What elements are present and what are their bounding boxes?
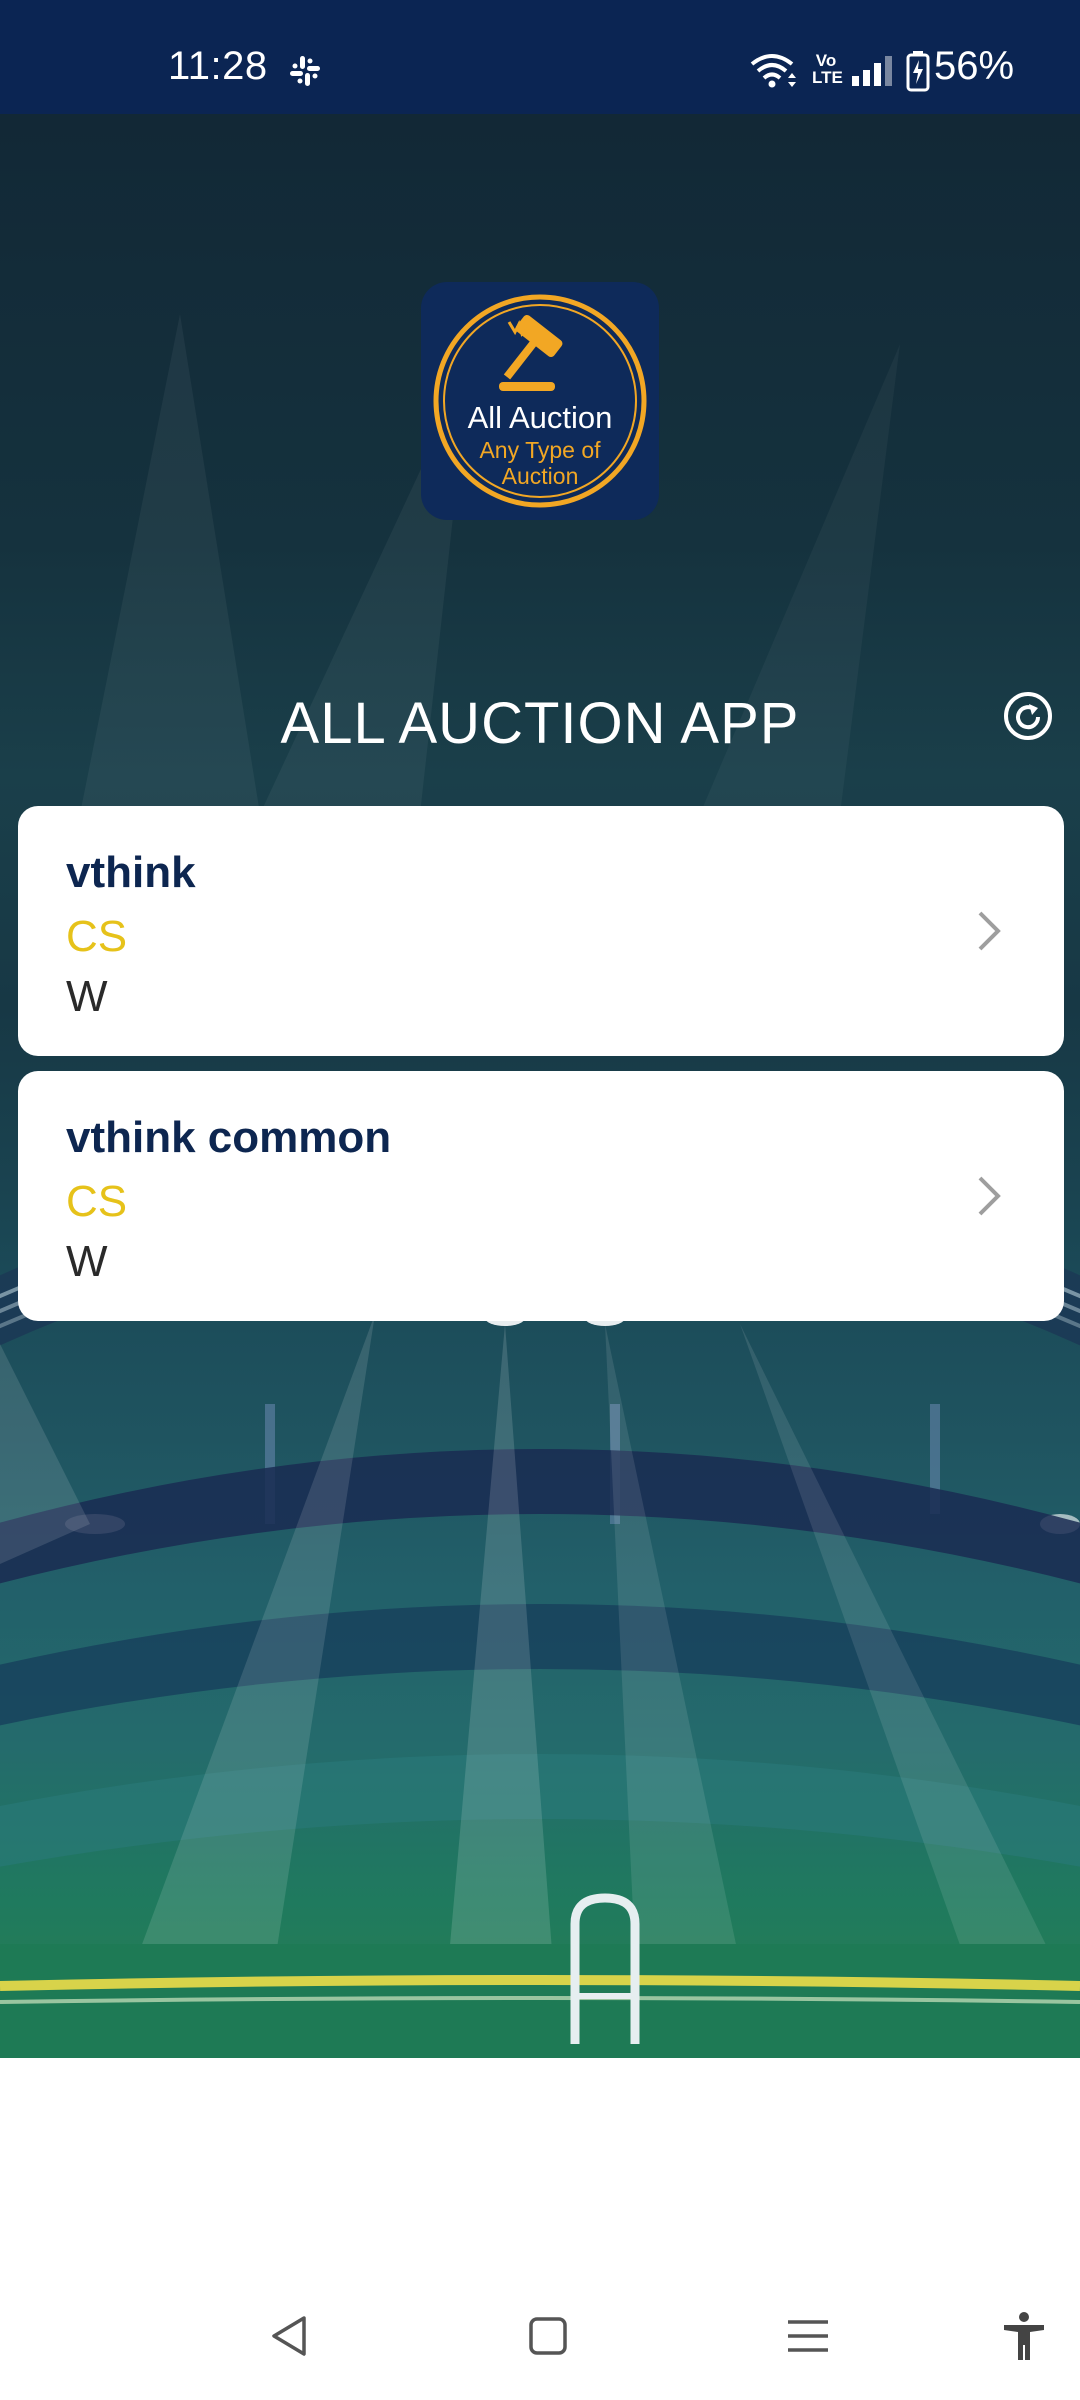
- logo-subtitle-line2: Auction: [502, 463, 579, 489]
- slack-icon: [290, 56, 320, 86]
- auction-code: CS: [66, 912, 128, 961]
- status-time: 11:28: [168, 44, 268, 88]
- accessibility-icon[interactable]: [998, 2310, 1050, 2362]
- navigation-bar: [0, 2260, 1080, 2400]
- recents-icon[interactable]: [782, 2310, 834, 2362]
- battery-percent: 56%: [934, 44, 1015, 88]
- auction-w: W: [66, 972, 108, 1021]
- home-icon[interactable]: [522, 2310, 574, 2362]
- page-title: ALL AUCTION APP: [280, 691, 800, 756]
- app-logo: All Auction Any Type of Auction: [421, 282, 659, 520]
- auction-card[interactable]: vthink common CS W: [18, 1071, 1064, 1321]
- auction-name: vthink common: [66, 1113, 392, 1162]
- chevron-right-icon: [978, 911, 1001, 951]
- refresh-icon[interactable]: [1002, 690, 1054, 742]
- back-icon[interactable]: [264, 2310, 316, 2362]
- auction-name: vthink: [66, 848, 196, 897]
- volte-icon: Vo LTE: [812, 51, 843, 87]
- chevron-right-icon: [978, 1176, 1001, 1216]
- logo-title: All Auction: [468, 400, 613, 435]
- auction-code: CS: [66, 1177, 128, 1226]
- auction-w: W: [66, 1237, 108, 1286]
- logo-subtitle-line1: Any Type of: [479, 437, 601, 463]
- wifi-icon: [750, 54, 796, 88]
- status-bar: 11:28 Vo LTE 56%: [0, 0, 1080, 114]
- battery-icon: [906, 51, 930, 92]
- signal-icon: [852, 56, 892, 86]
- auction-card[interactable]: vthink CS W: [18, 806, 1064, 1056]
- gavel-icon: [499, 314, 563, 391]
